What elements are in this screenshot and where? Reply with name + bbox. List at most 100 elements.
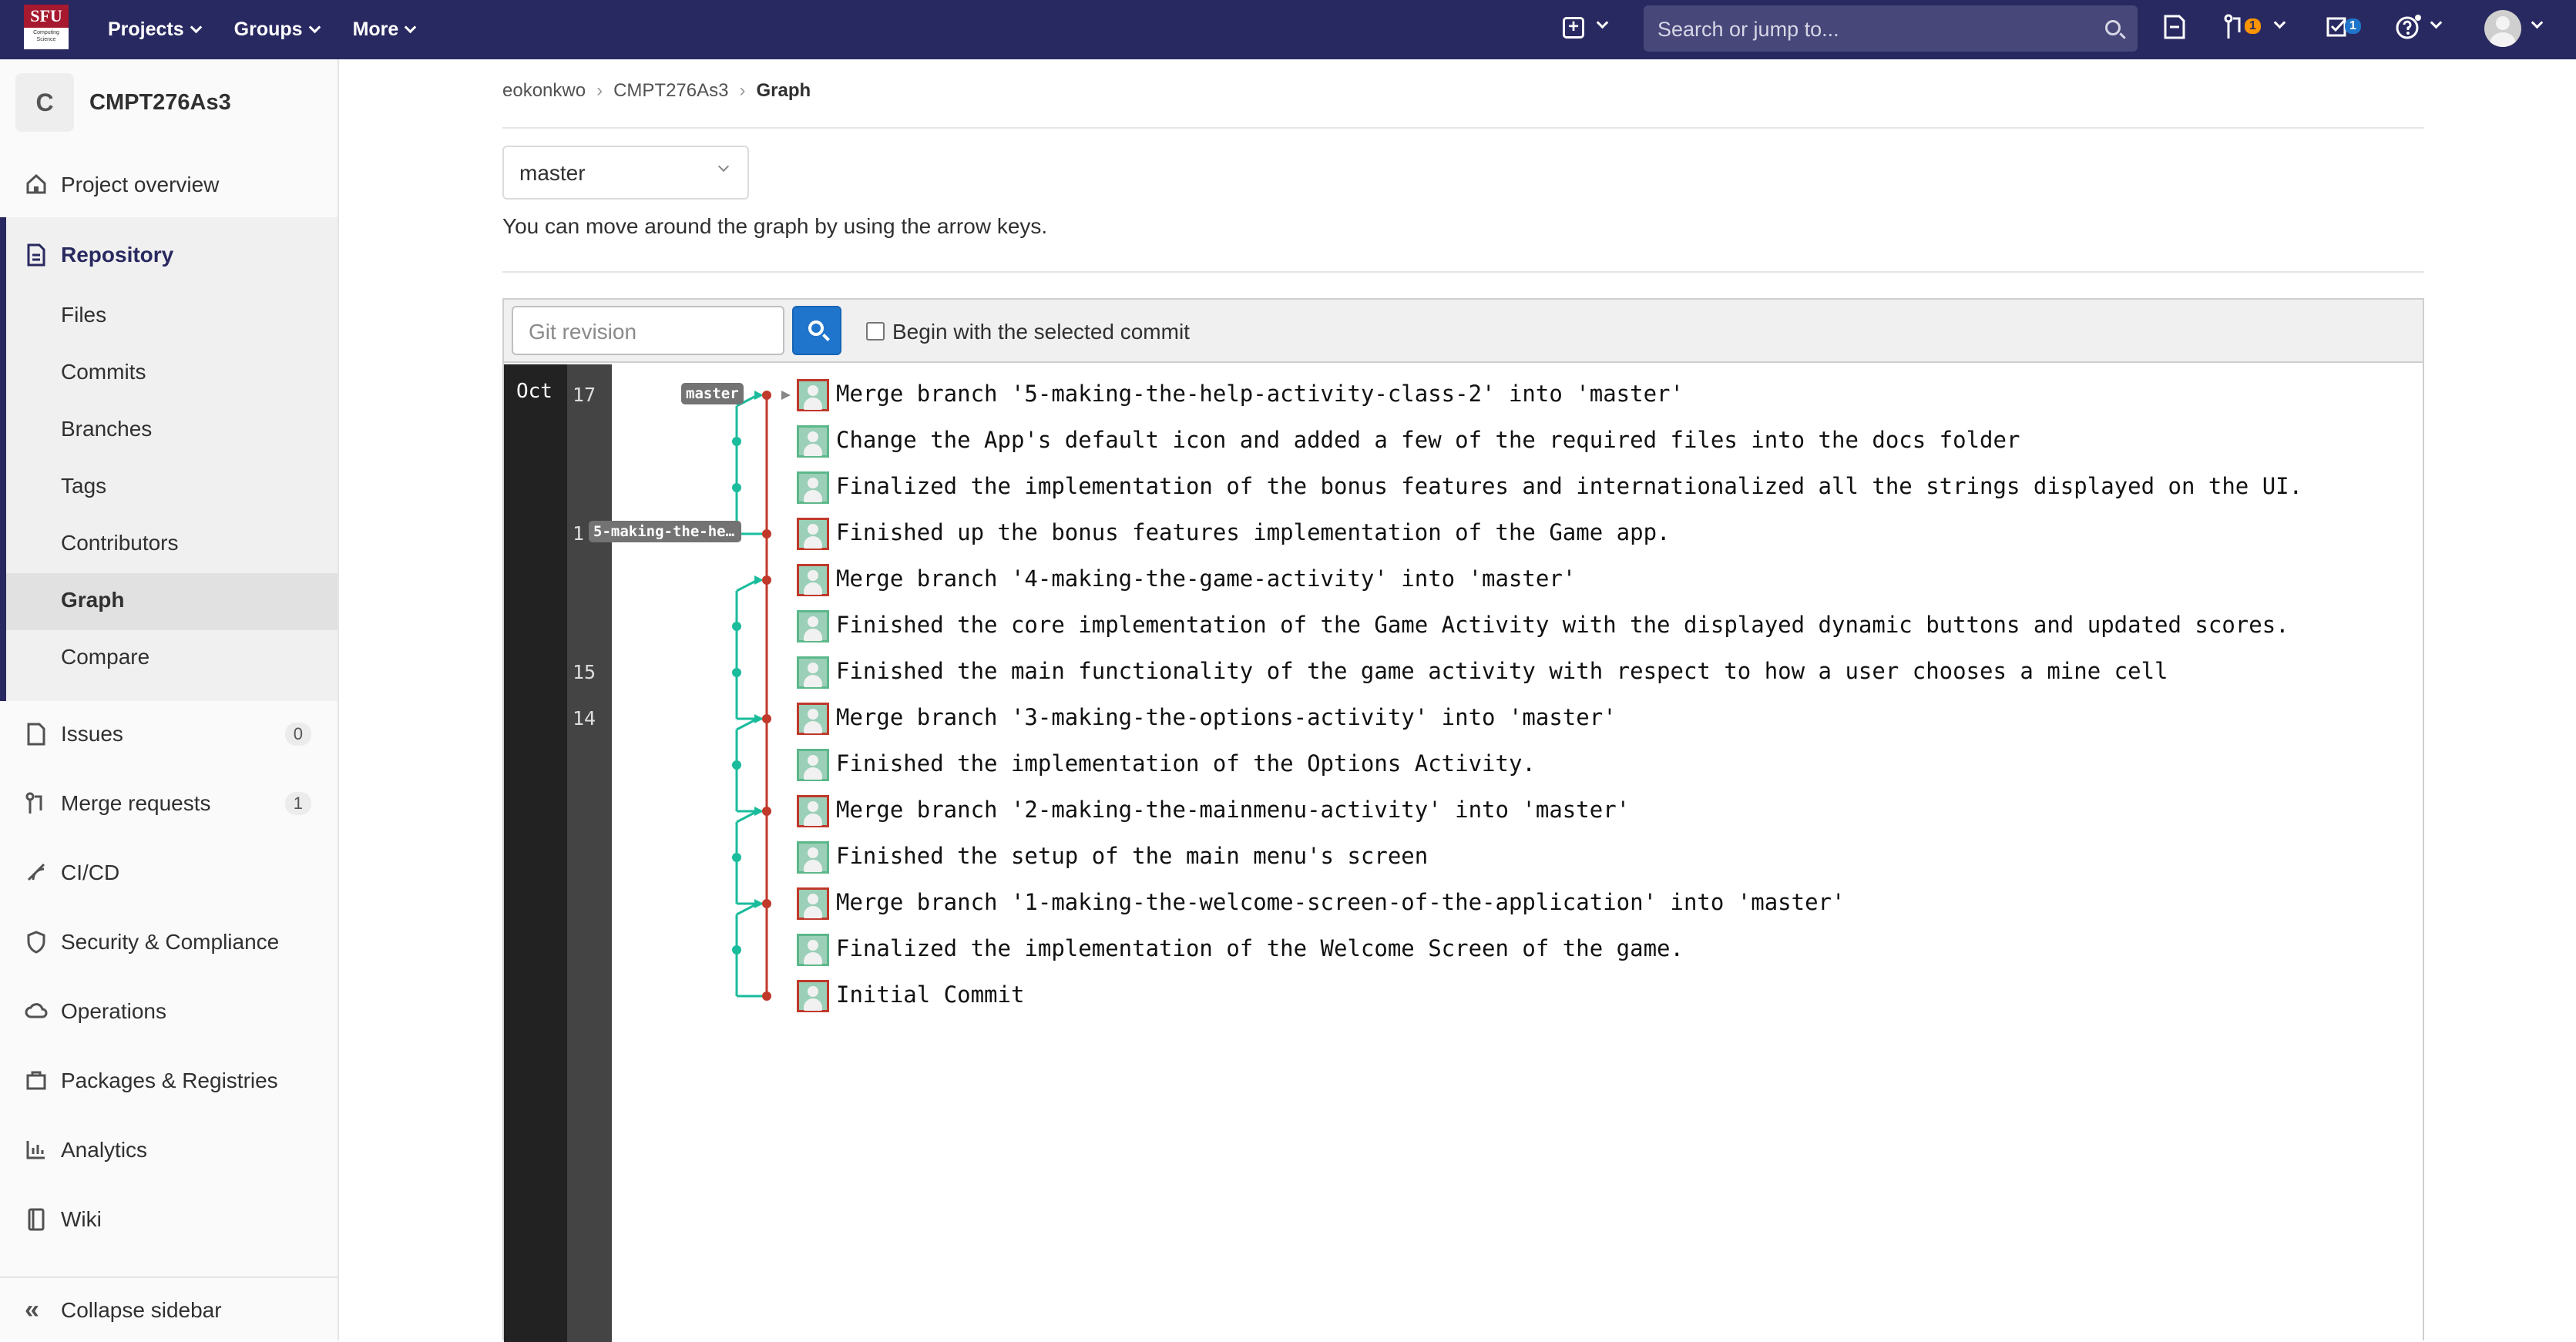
breadcrumb-current[interactable]: Graph: [756, 80, 811, 102]
sidebar-item-repository[interactable]: Repository: [0, 240, 338, 270]
graph-hint: You can move around the graph by using t…: [502, 214, 1048, 238]
sidebar-item-overview[interactable]: Project overview: [0, 169, 338, 200]
chevron-down-icon[interactable]: [2273, 16, 2286, 29]
commit-dot[interactable]: [762, 899, 771, 908]
git-revision-input[interactable]: Git revision: [512, 306, 784, 355]
commit-message[interactable]: Finished up the bonus features implement…: [836, 519, 1671, 545]
commit-author-avatar[interactable]: [797, 425, 829, 458]
commit-message[interactable]: Finished the core implementation of the …: [836, 612, 2289, 638]
commit-message[interactable]: Finalized the implementation of the bonu…: [836, 473, 2302, 499]
commit-author-avatar[interactable]: [797, 980, 829, 1012]
package-icon: [25, 1069, 48, 1092]
commit-dot[interactable]: [732, 853, 741, 862]
commit-dot[interactable]: [732, 668, 741, 677]
commit-author-avatar[interactable]: [797, 518, 829, 550]
rocket-icon: [25, 861, 48, 884]
sidebar-subitem-commits[interactable]: Commits: [61, 360, 146, 384]
sidebar-item-wiki[interactable]: Wiki: [0, 1204, 338, 1235]
breadcrumb-project[interactable]: CMPT276As3: [613, 80, 728, 102]
commit-author-avatar[interactable]: [797, 795, 829, 827]
commit-dot[interactable]: [762, 575, 771, 585]
commit-message[interactable]: Finalized the implementation of the Welc…: [836, 935, 1684, 961]
sidebar-subitem-graph[interactable]: Graph: [61, 588, 124, 612]
commit-message[interactable]: Merge branch '3-making-the-options-activ…: [836, 704, 1617, 730]
commit-author-avatar[interactable]: [797, 564, 829, 596]
commit-author-avatar[interactable]: [797, 656, 829, 689]
merge-request-icon[interactable]: [2224, 14, 2247, 49]
sfu-logo[interactable]: SFU Computing Science: [24, 5, 69, 49]
commit-author-avatar[interactable]: [797, 934, 829, 966]
double-chevron-left-icon: «: [25, 1295, 39, 1324]
chevron-down-icon[interactable]: [1596, 16, 1609, 29]
nav-more[interactable]: More: [353, 18, 417, 41]
sidebar-item-merge-requests[interactable]: Merge requests 1: [0, 788, 338, 819]
commit-author-avatar[interactable]: [797, 887, 829, 920]
commit-dot[interactable]: [762, 991, 771, 1001]
graph-canvas[interactable]: Oct master 5-making-the-he… 17 1 15 14 Merge…: [504, 364, 2423, 1342]
sidebar-subitem-contributors[interactable]: Contributors: [61, 531, 179, 555]
help-icon[interactable]: [2395, 14, 2423, 50]
commit-dot[interactable]: [732, 622, 741, 631]
document-icon: [25, 243, 48, 267]
new-item-icon[interactable]: +: [1563, 17, 1584, 39]
sidebar-item-packages[interactable]: Packages & Registries: [0, 1065, 338, 1096]
commit-dot[interactable]: [762, 529, 771, 538]
project-header[interactable]: C CMPT276As3: [15, 73, 231, 132]
commit-author-avatar[interactable]: [797, 610, 829, 642]
breadcrumb-user[interactable]: eokonkwo: [502, 80, 586, 102]
commit-author-avatar[interactable]: [797, 471, 829, 504]
sidebar-item-issues[interactable]: Issues 0: [0, 719, 338, 750]
user-avatar[interactable]: [2484, 10, 2521, 47]
branch-tag-master[interactable]: master: [681, 383, 744, 404]
sidebar-subitem-branches[interactable]: Branches: [61, 417, 152, 441]
breadcrumb-separator-icon: ›: [739, 80, 746, 101]
commit-dot[interactable]: [732, 945, 741, 954]
nav-projects[interactable]: Projects: [108, 18, 202, 41]
branch-select-value: master: [519, 161, 586, 185]
begin-with-commit-checkbox[interactable]: [866, 322, 885, 341]
commit-message[interactable]: Change the App's default icon and added …: [836, 427, 2020, 453]
home-icon: [25, 173, 48, 196]
sidebar-item-label: Packages & Registries: [61, 1069, 278, 1092]
commit-message[interactable]: Merge branch '4-making-the-game-activity…: [836, 565, 1576, 592]
chevron-down-icon[interactable]: [2531, 16, 2544, 29]
search-button[interactable]: [792, 306, 841, 355]
commit-dot[interactable]: [732, 760, 741, 770]
project-name: CMPT276As3: [89, 89, 231, 115]
sidebar-item-security[interactable]: Security & Compliance: [0, 927, 338, 958]
nav-groups[interactable]: Groups: [234, 18, 321, 41]
commit-author-avatar[interactable]: [797, 379, 829, 411]
commit-message[interactable]: Initial Commit: [836, 981, 1024, 1008]
project-avatar: C: [15, 73, 74, 132]
sidebar-item-label: Merge requests: [61, 791, 211, 815]
search-input[interactable]: Search or jump to...: [1644, 5, 2138, 52]
commit-message[interactable]: Merge branch '5-making-the-help-activity…: [836, 381, 1684, 407]
commit-message[interactable]: Finished the main functionality of the g…: [836, 658, 2168, 684]
todos-icon[interactable]: [2326, 14, 2349, 49]
sidebar-item-cicd[interactable]: CI/CD: [0, 857, 338, 888]
commit-dot[interactable]: [762, 714, 771, 723]
commit-author-avatar[interactable]: [797, 749, 829, 781]
commit-message[interactable]: Merge branch '2-making-the-mainmenu-acti…: [836, 797, 1630, 823]
commit-author-avatar[interactable]: [797, 703, 829, 735]
sidebar-item-analytics[interactable]: Analytics: [0, 1135, 338, 1166]
sidebar-subitem-compare[interactable]: Compare: [61, 645, 149, 669]
sidebar-subitem-tags[interactable]: Tags: [61, 474, 106, 498]
commit-message[interactable]: Finished the setup of the main menu's sc…: [836, 843, 1428, 869]
commit-message[interactable]: Merge branch '1-making-the-welcome-scree…: [836, 889, 1845, 915]
branch-select[interactable]: master: [502, 146, 749, 200]
sidebar-subitem-files[interactable]: Files: [61, 303, 106, 327]
logo-text: SFU: [24, 5, 69, 28]
commit-message[interactable]: Finished the implementation of the Optio…: [836, 750, 1536, 777]
commit-dot[interactable]: [732, 483, 741, 492]
chevron-down-icon[interactable]: [2430, 16, 2443, 29]
collapse-sidebar-button[interactable]: « Collapse sidebar: [0, 1277, 338, 1340]
sidebar-item-operations[interactable]: Operations: [0, 996, 338, 1027]
commit-dot[interactable]: [732, 437, 741, 446]
branch-tag-feature[interactable]: 5-making-the-he…: [589, 521, 741, 542]
issues-icon[interactable]: [2162, 14, 2187, 49]
commit-dot[interactable]: [762, 391, 771, 400]
begin-with-commit-label[interactable]: Begin with the selected commit: [892, 320, 1190, 344]
commit-author-avatar[interactable]: [797, 841, 829, 874]
commit-dot[interactable]: [762, 807, 771, 816]
